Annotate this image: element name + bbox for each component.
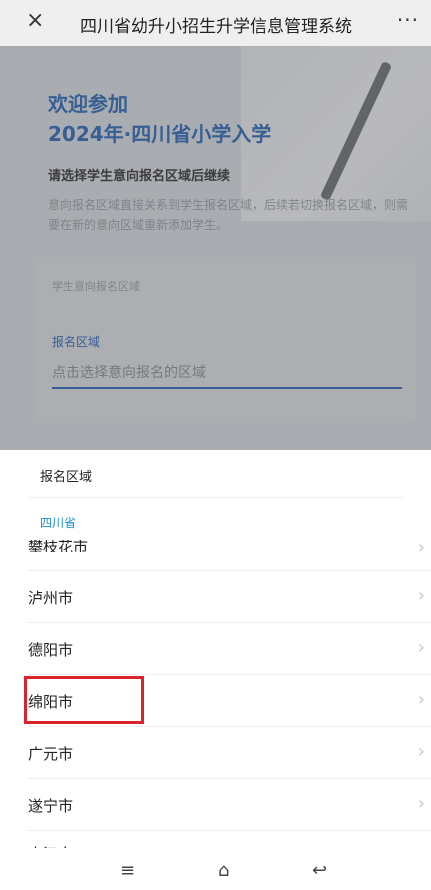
sheet-divider	[28, 497, 403, 498]
list-divider	[28, 830, 431, 831]
app-header: × 四川省幼升小招生升学信息管理系统 ···	[0, 0, 431, 46]
list-item-deyang[interactable]: 德阳市 ›	[0, 623, 431, 675]
list-item-label: 泸州市	[28, 589, 74, 607]
back-icon[interactable]: ↩	[312, 860, 327, 881]
list-item-label: 攀枝花市	[28, 540, 89, 552]
home-icon[interactable]: ⌂	[218, 860, 229, 881]
list-item-label: 德阳市	[28, 641, 74, 659]
chevron-right-icon: ›	[417, 637, 425, 658]
menu-icon[interactable]: ≡	[120, 860, 135, 881]
page-title: 四川省幼升小招生升学信息管理系统	[80, 17, 352, 37]
highlight-annotation	[24, 676, 144, 724]
close-icon[interactable]: ×	[26, 10, 46, 32]
list-item-label: 遂宁市	[28, 797, 74, 815]
list-item-guangyuan[interactable]: 广元市 ›	[0, 727, 431, 779]
list-item-clipped-top[interactable]: 攀枝花市	[28, 540, 168, 552]
modal-overlay[interactable]	[0, 46, 431, 450]
sheet-title: 报名区域	[40, 470, 93, 485]
list-item-label: 广元市	[28, 745, 74, 763]
system-nav-bar: ≡ ⌂ ↩	[0, 848, 431, 890]
chevron-right-icon: ›	[417, 793, 425, 814]
list-item-luzhou[interactable]: 泸州市 ›	[0, 571, 431, 623]
province-tab[interactable]: 四川省	[40, 514, 76, 531]
chevron-right-icon: ›	[417, 689, 425, 710]
chevron-right-icon: ›	[417, 585, 425, 606]
more-options-icon[interactable]: ···	[397, 8, 419, 32]
chevron-right-icon: ›	[417, 741, 425, 762]
list-item-suining[interactable]: 遂宁市 ›	[0, 779, 431, 831]
